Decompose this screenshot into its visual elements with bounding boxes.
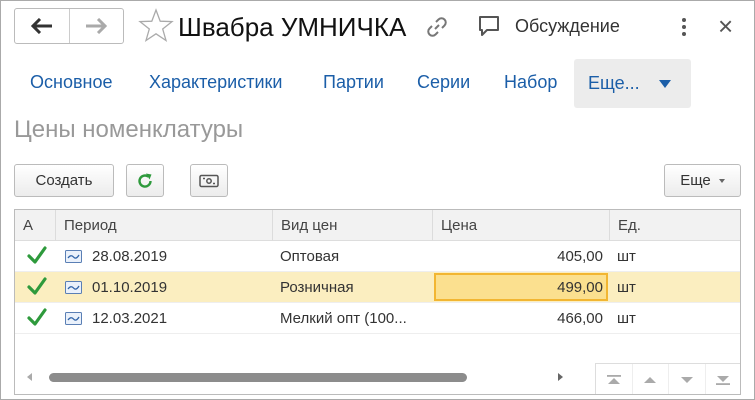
period-cell: 28.08.2019 <box>92 248 168 265</box>
discussion-icon[interactable] <box>477 14 501 38</box>
column-header-period[interactable]: Период <box>55 210 272 241</box>
table-header: А Период Вид цен Цена Ед. <box>15 210 740 241</box>
table-row[interactable]: 28.08.2019 Оптовая 405,00 шт <box>15 241 740 272</box>
scroll-down-button[interactable] <box>668 364 705 394</box>
column-header-active[interactable]: А <box>15 210 55 241</box>
link-icon[interactable] <box>425 15 449 39</box>
check-icon <box>27 308 47 326</box>
scrollbar-thumb[interactable] <box>49 373 467 382</box>
column-header-price-type[interactable]: Вид цен <box>272 210 432 241</box>
tab-more-label: Еще... <box>588 73 640 93</box>
scroll-down-icon <box>680 376 693 383</box>
scroll-right-icon[interactable] <box>558 373 563 381</box>
document-icon <box>65 281 82 294</box>
tab-more[interactable]: Еще... <box>574 59 691 108</box>
scroll-to-first-icon <box>606 374 621 384</box>
check-icon <box>27 246 47 264</box>
create-button-label: Создать <box>35 172 93 189</box>
forward-button[interactable] <box>68 9 123 43</box>
price-type-cell: Розничная <box>280 279 354 296</box>
form-window: Швабра УМНИЧКА Обсуждение × Основное Хар… <box>0 0 755 400</box>
chevron-down-icon <box>659 80 671 88</box>
back-arrow-icon <box>30 18 52 34</box>
forward-arrow-icon <box>86 18 108 34</box>
tab-batches[interactable]: Партии <box>323 72 384 93</box>
back-button[interactable] <box>15 9 69 43</box>
chevron-down-icon <box>718 178 725 183</box>
price-type-cell: Оптовая <box>280 248 340 265</box>
price-cell-current[interactable]: 499,00 <box>432 272 603 303</box>
price-type-cell: Мелкий опт (100... <box>280 310 407 327</box>
horizontal-scrollbar[interactable] <box>15 361 595 394</box>
scroll-up-button[interactable] <box>631 364 669 394</box>
price-list-button[interactable] <box>190 164 228 197</box>
row-navigation <box>595 363 741 394</box>
document-icon <box>65 312 82 325</box>
scroll-to-first-button[interactable] <box>596 364 632 394</box>
document-icon <box>65 250 82 263</box>
table-row[interactable]: 12.03.2021 Мелкий опт (100... 466,00 шт <box>15 303 740 334</box>
check-icon <box>27 277 47 295</box>
tab-characteristics[interactable]: Характеристики <box>149 72 282 93</box>
period-cell: 12.03.2021 <box>92 310 168 327</box>
price-cell: 405,00 <box>557 248 603 265</box>
unit-cell: шт <box>617 279 636 296</box>
scroll-to-last-icon <box>716 375 731 385</box>
scroll-to-last-button[interactable] <box>704 364 741 394</box>
tab-kit[interactable]: Набор <box>504 72 557 93</box>
tab-main[interactable]: Основное <box>30 72 112 93</box>
column-header-unit[interactable]: Ед. <box>609 210 740 241</box>
refresh-icon <box>138 173 152 188</box>
create-button[interactable]: Создать <box>14 164 114 197</box>
price-cell: 466,00 <box>557 310 603 327</box>
column-header-price[interactable]: Цена <box>432 210 609 241</box>
more-actions-button[interactable]: Еще <box>664 164 741 197</box>
scroll-up-icon <box>644 376 657 383</box>
tab-series[interactable]: Серии <box>417 72 470 93</box>
discussion-link[interactable]: Обсуждение <box>515 16 620 37</box>
scrollbar-track[interactable] <box>45 373 543 382</box>
scroll-left-icon[interactable] <box>27 373 32 381</box>
unit-cell: шт <box>617 248 636 265</box>
bank-note-icon <box>199 174 219 187</box>
table-row-selected[interactable]: 01.10.2019 Розничная 499,00 шт <box>15 272 740 303</box>
close-icon[interactable]: × <box>718 13 733 39</box>
period-cell: 01.10.2019 <box>92 279 168 296</box>
section-title: Цены номенклатуры <box>14 116 244 143</box>
favorite-star-icon[interactable] <box>138 8 174 44</box>
prices-table: А Период Вид цен Цена Ед. 28.08.2019 Опт… <box>14 209 741 395</box>
navigation-buttons <box>14 8 124 44</box>
more-actions-label: Еще <box>680 172 711 189</box>
refresh-button[interactable] <box>126 164 164 197</box>
page-title: Швабра УМНИЧКА <box>178 12 407 42</box>
more-vertical-icon[interactable] <box>679 15 689 39</box>
unit-cell: шт <box>617 310 636 327</box>
